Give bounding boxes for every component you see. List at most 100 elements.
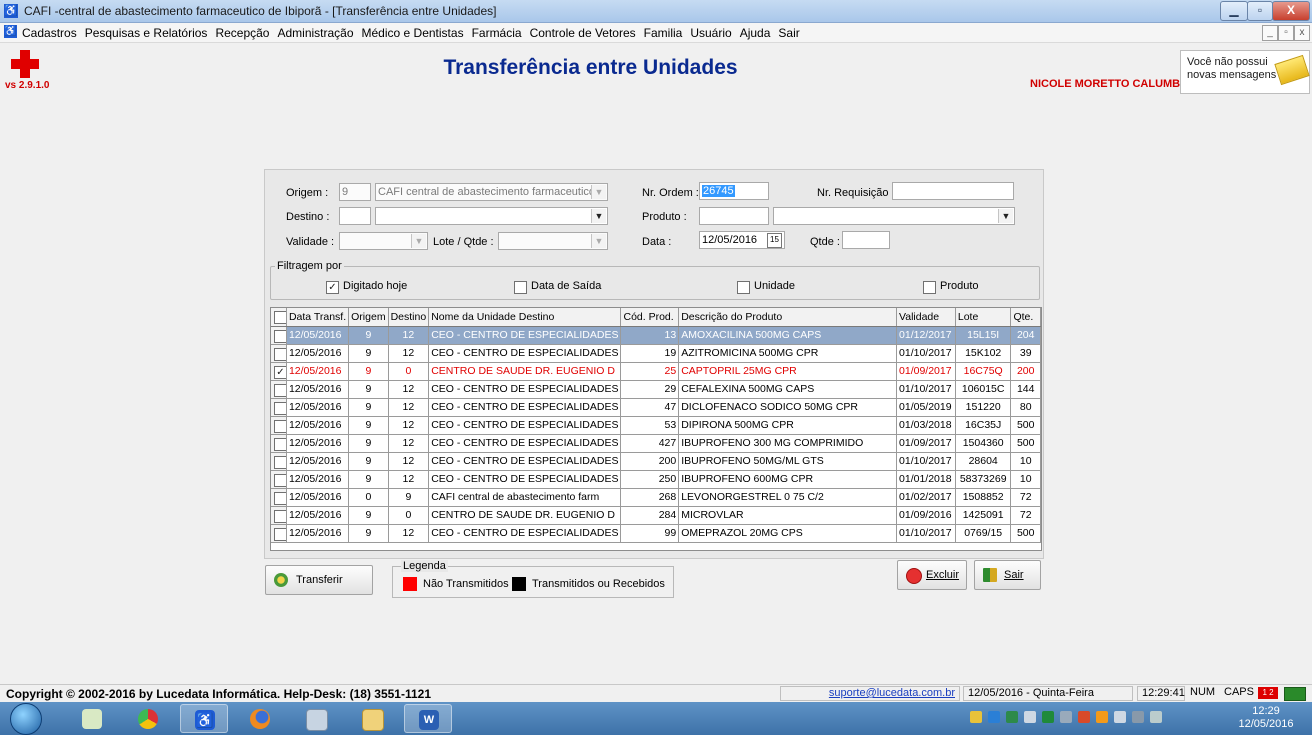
row-checkbox-cell[interactable] (271, 326, 287, 345)
menu-usuario[interactable]: Usuário (690, 26, 731, 40)
row-checkbox-cell[interactable] (271, 452, 287, 471)
network-icon[interactable] (1114, 711, 1126, 723)
table-row[interactable]: 12/05/2016 9 12 CEO - CENTRO DE ESPECIALIDA… (271, 416, 1041, 435)
table-row[interactable]: ✓ 12/05/2016 9 0 CENTRO DE SAUDE DR. EUGENIO… (271, 362, 1041, 381)
transfer-grid[interactable]: Data Transf. Origem Destino Nome da Unid… (270, 307, 1042, 551)
row-checkbox[interactable] (274, 509, 286, 523)
menu-recepcao[interactable]: Recepção (215, 26, 269, 40)
destino-name-select[interactable]: ▼ (375, 207, 608, 225)
menu-pesquisas[interactable]: Pesquisas e Relatórios (85, 26, 208, 40)
menu-cadastros[interactable]: Cadastros (22, 26, 77, 40)
nr-requisicao-field[interactable] (892, 182, 1014, 200)
tray-icon[interactable] (1006, 711, 1018, 723)
mdi-close-button[interactable]: x (1294, 25, 1310, 41)
row-checkbox-cell[interactable] (271, 434, 287, 453)
origem-name-select[interactable]: CAFI central de abastecimento farmaceuti… (375, 183, 608, 201)
table-row[interactable]: 12/05/2016 9 12 CEO - CENTRO DE ESPECIALIDA… (271, 470, 1041, 489)
tray-icon[interactable] (988, 711, 1000, 723)
tray-icon[interactable] (1096, 711, 1108, 723)
row-checkbox[interactable] (274, 455, 286, 469)
header-validade[interactable]: Validade (896, 308, 956, 327)
table-row[interactable]: 12/05/2016 9 12 CEO - CENTRO DE ESPECIALIDA… (271, 326, 1041, 345)
header-select-all[interactable] (271, 308, 287, 327)
taskbar-chrome[interactable] (124, 704, 172, 733)
nr-ordem-field[interactable]: 26745 (699, 182, 769, 200)
table-row[interactable]: 12/05/2016 9 12 CEO - CENTRO DE ESPECIALIDA… (271, 524, 1041, 543)
row-checkbox-cell[interactable] (271, 488, 287, 507)
table-row[interactable]: 12/05/2016 9 12 CEO - CENTRO DE ESPECIALIDA… (271, 380, 1041, 399)
excluir-button[interactable]: Excluir (897, 560, 967, 590)
row-checkbox[interactable] (274, 491, 286, 505)
row-checkbox-cell[interactable] (271, 506, 287, 525)
header-nome-unidade[interactable]: Nome da Unidade Destino (428, 308, 622, 327)
checkbox-digitado-hoje[interactable]: ✓ (326, 281, 339, 294)
taskbar-cafi[interactable]: ♿ (180, 704, 228, 733)
messages-box[interactable]: Você não possui novas mensagens (1180, 50, 1310, 94)
table-row[interactable]: 12/05/2016 9 12 CEO - CENTRO DE ESPECIALIDA… (271, 452, 1041, 471)
menu-medico[interactable]: Médico e Dentistas (362, 26, 464, 40)
taskbar-clock[interactable]: 12:29 12/05/2016 (1226, 705, 1306, 731)
tray-icon[interactable] (970, 711, 982, 723)
row-checkbox[interactable] (274, 347, 286, 361)
row-checkbox[interactable] (274, 473, 286, 487)
taskbar-word[interactable]: W (404, 704, 452, 733)
validade-select[interactable]: ▼ (339, 232, 428, 250)
table-row[interactable]: 12/05/2016 9 12 CEO - CENTRO DE ESPECIALIDA… (271, 434, 1041, 453)
header-descricao[interactable]: Descrição do Produto (678, 308, 898, 327)
row-checkbox-cell[interactable] (271, 524, 287, 543)
mdi-restore-button[interactable]: ▫ (1278, 25, 1294, 41)
row-checkbox-cell[interactable] (271, 398, 287, 417)
windows-start-icon[interactable] (10, 703, 42, 735)
row-checkbox[interactable] (274, 419, 286, 433)
menu-familia[interactable]: Familia (644, 26, 683, 40)
origem-code-field[interactable]: 9 (339, 183, 371, 201)
row-checkbox-cell[interactable] (271, 416, 287, 435)
table-row[interactable]: 12/05/2016 9 12 CEO - CENTRO DE ESPECIALIDA… (271, 344, 1041, 363)
menu-farmacia[interactable]: Farmácia (472, 26, 522, 40)
mdi-minimize-button[interactable]: _ (1262, 25, 1278, 41)
tray-icon[interactable] (1078, 711, 1090, 723)
checkbox-unidade[interactable] (737, 281, 750, 294)
close-window-button[interactable]: X (1272, 1, 1310, 21)
produto-name-select[interactable]: ▼ (773, 207, 1015, 225)
table-row[interactable]: 12/05/2016 9 0 CENTRO DE SAUDE DR. EUGENIO … (271, 506, 1041, 525)
header-cod-prod[interactable]: Cód. Prod. (620, 308, 680, 327)
support-email-link[interactable]: suporte@lucedata.com.br (780, 686, 960, 701)
data-field[interactable]: 12/05/2016 15 (699, 231, 785, 249)
tray-icon[interactable] (1150, 711, 1162, 723)
row-checkbox[interactable] (274, 401, 286, 415)
tray-icon[interactable] (1042, 711, 1054, 723)
row-checkbox[interactable] (274, 527, 286, 541)
minimize-button[interactable]: ▁ (1220, 1, 1248, 21)
sair-button[interactable]: Sair (974, 560, 1041, 590)
table-row[interactable]: 12/05/2016 9 12 CEO - CENTRO DE ESPECIALIDA… (271, 398, 1041, 417)
header-destino[interactable]: Destino (388, 308, 430, 327)
menu-administracao[interactable]: Administração (277, 26, 353, 40)
header-lote[interactable]: Lote (955, 308, 1012, 327)
row-checkbox[interactable] (274, 383, 286, 397)
table-row[interactable]: 12/05/2016 0 9 CAFI central de abasteciment… (271, 488, 1041, 507)
header-qte[interactable]: Qte. (1010, 308, 1041, 327)
menu-sair[interactable]: Sair (778, 26, 799, 40)
produto-code-field[interactable] (699, 207, 769, 225)
header-origem[interactable]: Origem (348, 308, 389, 327)
taskbar-firefox[interactable] (236, 704, 284, 733)
row-checkbox[interactable] (274, 329, 286, 343)
row-checkbox[interactable] (274, 437, 286, 451)
menu-ajuda[interactable]: Ajuda (740, 26, 771, 40)
taskbar-calculator[interactable] (292, 704, 340, 733)
taskbar-file-manager[interactable] (68, 704, 116, 733)
header-data-transf[interactable]: Data Transf. (286, 308, 350, 327)
volume-icon[interactable] (1024, 711, 1036, 723)
row-checkbox-cell[interactable]: ✓ (271, 362, 287, 381)
tray-icon[interactable] (1060, 711, 1072, 723)
checkbox-data-saida[interactable] (514, 281, 527, 294)
qtde-field[interactable] (842, 231, 890, 249)
checkbox-select-all[interactable] (274, 311, 286, 324)
transferir-button[interactable]: Transferir (265, 565, 373, 595)
row-checkbox-cell[interactable] (271, 344, 287, 363)
lote-select[interactable]: ▼ (498, 232, 608, 250)
menu-vetores[interactable]: Controle de Vetores (530, 26, 636, 40)
calendar-icon[interactable]: 15 (767, 233, 782, 248)
maximize-button[interactable]: ▫ (1247, 1, 1273, 21)
